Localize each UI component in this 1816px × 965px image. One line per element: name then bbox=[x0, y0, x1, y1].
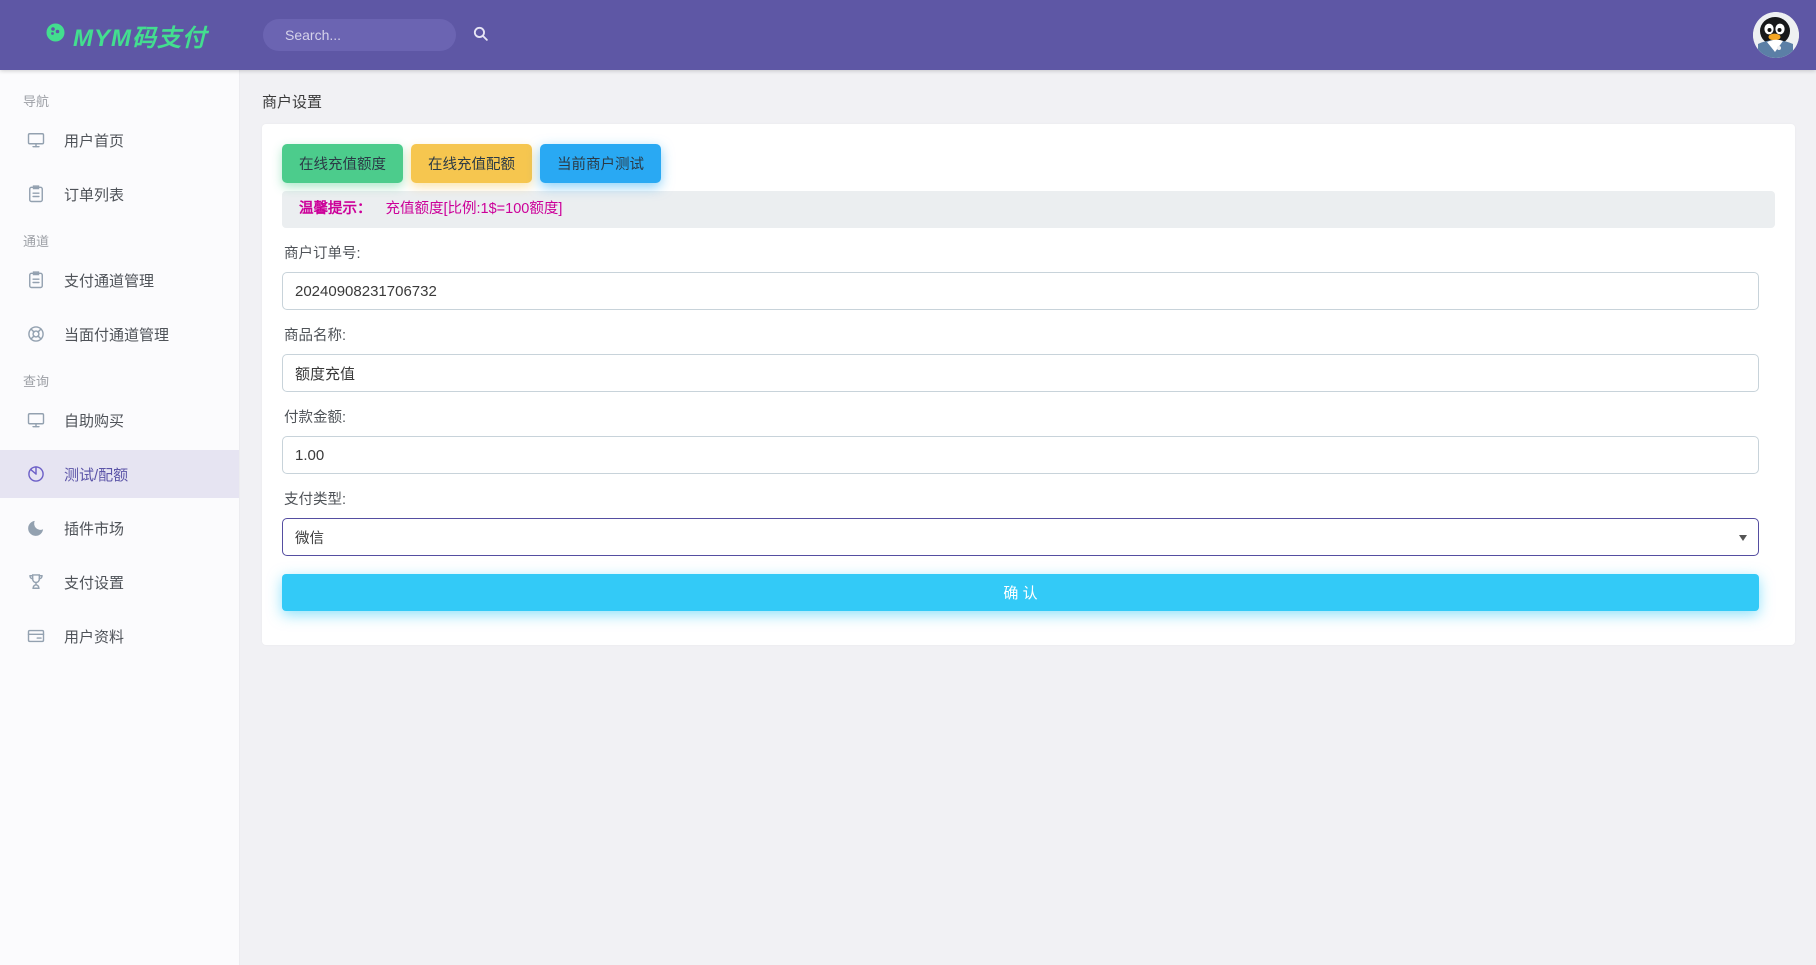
top-header: MYM码支付 bbox=[0, 0, 1816, 70]
sidebar-item-label: 插件市场 bbox=[64, 518, 124, 539]
sidebar-item-label: 支付设置 bbox=[64, 572, 124, 593]
clipboard-icon bbox=[26, 270, 46, 290]
notice-prefix: 温馨提示： bbox=[299, 201, 372, 217]
current-merchant-test-button[interactable]: 当前商户测试 bbox=[540, 144, 661, 183]
field-label: 付款金额: bbox=[284, 408, 1775, 428]
search-button[interactable] bbox=[472, 19, 489, 51]
chevron-down-icon bbox=[1739, 535, 1747, 541]
payment-amount-input[interactable] bbox=[282, 436, 1759, 474]
sidebar-item-user-profile[interactable]: 用户资料 bbox=[0, 612, 239, 660]
merchant-settings-card: 在线充值额度 在线充值配额 当前商户测试 温馨提示： 充值额度[比例:1$=100… bbox=[262, 124, 1795, 645]
sidebar-item-order-list[interactable]: 订单列表 bbox=[0, 170, 239, 218]
sidebar-section-nav: 导航 bbox=[23, 92, 239, 112]
lifebuoy-icon bbox=[26, 324, 46, 344]
sidebar-item-label: 当面付通道管理 bbox=[64, 324, 169, 345]
moon-icon bbox=[26, 518, 46, 538]
qq-penguin-icon bbox=[1753, 45, 1799, 58]
field-merchant-order-no: 商户订单号: bbox=[282, 244, 1775, 310]
sidebar-item-label: 自助购买 bbox=[64, 410, 124, 431]
brand-logo[interactable]: MYM码支付 bbox=[46, 0, 207, 70]
brand-title: MYM码支付 bbox=[73, 18, 207, 53]
monitor-icon bbox=[26, 410, 46, 430]
search-bar bbox=[263, 19, 456, 51]
sidebar-item-f2f-channel-mgmt[interactable]: 当面付通道管理 bbox=[0, 310, 239, 358]
confirm-button[interactable]: 确 认 bbox=[282, 574, 1759, 611]
field-product-name: 商品名称: bbox=[282, 326, 1775, 392]
sidebar-item-plugin-market[interactable]: 插件市场 bbox=[0, 504, 239, 552]
sidebar-item-label: 用户资料 bbox=[64, 626, 124, 647]
search-input[interactable] bbox=[263, 27, 472, 43]
sidebar-item-label: 用户首页 bbox=[64, 130, 124, 151]
notice-bar: 温馨提示： 充值额度[比例:1$=100额度] bbox=[282, 191, 1775, 228]
online-recharge-quota-button[interactable]: 在线充值额度 bbox=[282, 144, 403, 183]
brand-ball-icon bbox=[46, 23, 65, 47]
sidebar-item-label: 订单列表 bbox=[64, 184, 124, 205]
payment-type-value: 微信 bbox=[295, 527, 324, 548]
product-name-input[interactable] bbox=[282, 354, 1759, 392]
user-avatar[interactable] bbox=[1753, 12, 1799, 58]
field-label: 商品名称: bbox=[284, 326, 1775, 346]
pie-chart-icon bbox=[26, 464, 46, 484]
field-payment-type: 支付类型: 微信 bbox=[282, 490, 1775, 556]
sidebar-item-user-home[interactable]: 用户首页 bbox=[0, 116, 239, 164]
field-payment-amount: 付款金额: bbox=[282, 408, 1775, 474]
sidebar-item-label: 支付通道管理 bbox=[64, 270, 154, 291]
sidebar-section-query: 查询 bbox=[23, 372, 239, 392]
sidebar-item-pay-channel-mgmt[interactable]: 支付通道管理 bbox=[0, 256, 239, 304]
trophy-icon bbox=[26, 572, 46, 592]
page-title: 商户设置 bbox=[262, 94, 1816, 112]
clipboard-icon bbox=[26, 184, 46, 204]
sidebar-item-test-quota[interactable]: 测试/配额 bbox=[0, 450, 239, 498]
sidebar-nav: 导航 用户首页 订单列表 通道 支付通道管理 当面付通道管理 查询 自助购买 bbox=[0, 70, 240, 965]
credit-card-icon bbox=[26, 626, 46, 646]
sidebar-item-pay-settings[interactable]: 支付设置 bbox=[0, 558, 239, 606]
monitor-icon bbox=[26, 130, 46, 150]
sidebar-section-channel: 通道 bbox=[23, 232, 239, 252]
notice-text: 充值额度[比例:1$=100额度] bbox=[386, 201, 563, 217]
online-recharge-allocation-button[interactable]: 在线充值配额 bbox=[411, 144, 532, 183]
payment-type-select[interactable]: 微信 bbox=[282, 518, 1759, 556]
search-icon bbox=[472, 25, 489, 45]
field-label: 支付类型: bbox=[284, 490, 1775, 510]
action-button-row: 在线充值额度 在线充值配额 当前商户测试 bbox=[282, 144, 1775, 183]
sidebar-item-label: 测试/配额 bbox=[64, 464, 128, 485]
sidebar-item-self-purchase[interactable]: 自助购买 bbox=[0, 396, 239, 444]
merchant-order-no-input[interactable] bbox=[282, 272, 1759, 310]
field-label: 商户订单号: bbox=[284, 244, 1775, 264]
main-content: 商户设置 在线充值额度 在线充值配额 当前商户测试 温馨提示： 充值额度[比例:1… bbox=[240, 70, 1816, 965]
